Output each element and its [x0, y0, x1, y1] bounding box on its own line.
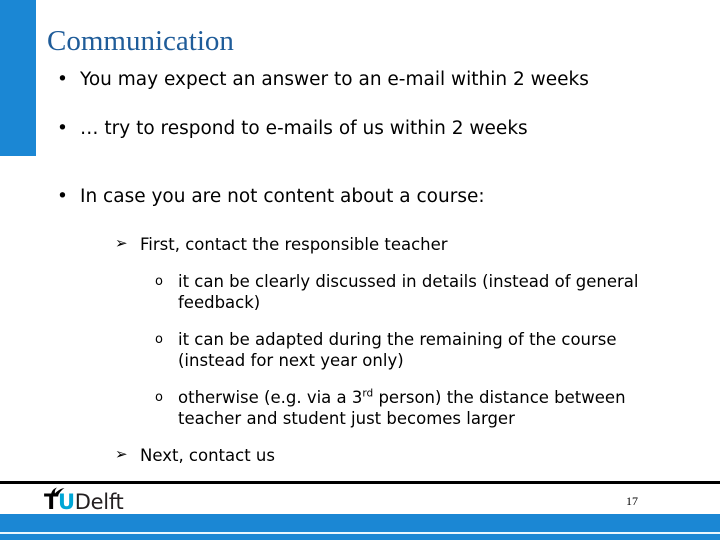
slide-body: • You may expect an answer to an e-mail … — [0, 68, 720, 478]
bullet-item-level3-1: o it can be clearly discussed in details… — [0, 271, 720, 313]
bullet-item-level1-1: • You may expect an answer to an e-mail … — [0, 68, 720, 91]
bullet-text: You may expect an answer to an e-mail wi… — [80, 69, 589, 90]
logo-letter-t: T — [44, 490, 59, 514]
bullet-marker-icon: • — [57, 186, 68, 207]
page-title: Communication — [47, 25, 234, 57]
logo-mark: TUDelft — [42, 486, 124, 514]
footer-accent-band — [0, 514, 720, 532]
bullet-text: it can be clearly discussed in details (… — [178, 272, 639, 312]
bullet-marker-icon: • — [57, 118, 68, 139]
ordinal-superscript: rd — [362, 387, 374, 400]
slide: Communication • You may expect an answer… — [0, 0, 720, 540]
logo-wordmark: TUDelft — [44, 490, 124, 514]
page-number: 17 — [626, 494, 638, 508]
bullet-item-level3-3: o otherwise (e.g. via a 3rd person) the … — [0, 387, 720, 429]
footer-divider — [0, 481, 720, 484]
footer-accent-band-lower — [0, 534, 720, 540]
bullet-text: otherwise (e.g. via a 3rd person) the di… — [178, 387, 658, 429]
logo-word-delft: Delft — [74, 490, 124, 514]
bullet-text: … try to respond to e-mails of us within… — [80, 118, 528, 139]
bullet-item-level2-2: ➢ Next, contact us — [0, 445, 720, 466]
circle-bullet-icon: o — [155, 390, 163, 405]
bullet-item-level1-2: • … try to respond to e-mails of us with… — [0, 117, 720, 140]
bullet-text: it can be adapted during the remaining o… — [178, 330, 617, 370]
tu-delft-logo: TUDelft — [42, 486, 124, 514]
circle-bullet-icon: o — [155, 274, 163, 289]
bullet-item-level2-1: ➢ First, contact the responsible teacher — [0, 234, 720, 255]
bullet-item-level3-2: o it can be adapted during the remaining… — [0, 329, 720, 371]
bullet-text-before: otherwise (e.g. via a 3 — [178, 388, 363, 407]
bullet-text: Next, contact us — [140, 446, 275, 465]
circle-bullet-icon: o — [155, 332, 163, 347]
bullet-text: In case you are not content about a cour… — [80, 186, 485, 207]
chevron-bullet-icon: ➢ — [115, 445, 128, 463]
bullet-item-level1-3: • In case you are not content about a co… — [0, 185, 720, 208]
chevron-bullet-icon: ➢ — [115, 234, 128, 252]
bullet-text: First, contact the responsible teacher — [140, 235, 448, 254]
bullet-marker-icon: • — [57, 69, 68, 90]
logo-letter-u: U — [58, 490, 75, 514]
